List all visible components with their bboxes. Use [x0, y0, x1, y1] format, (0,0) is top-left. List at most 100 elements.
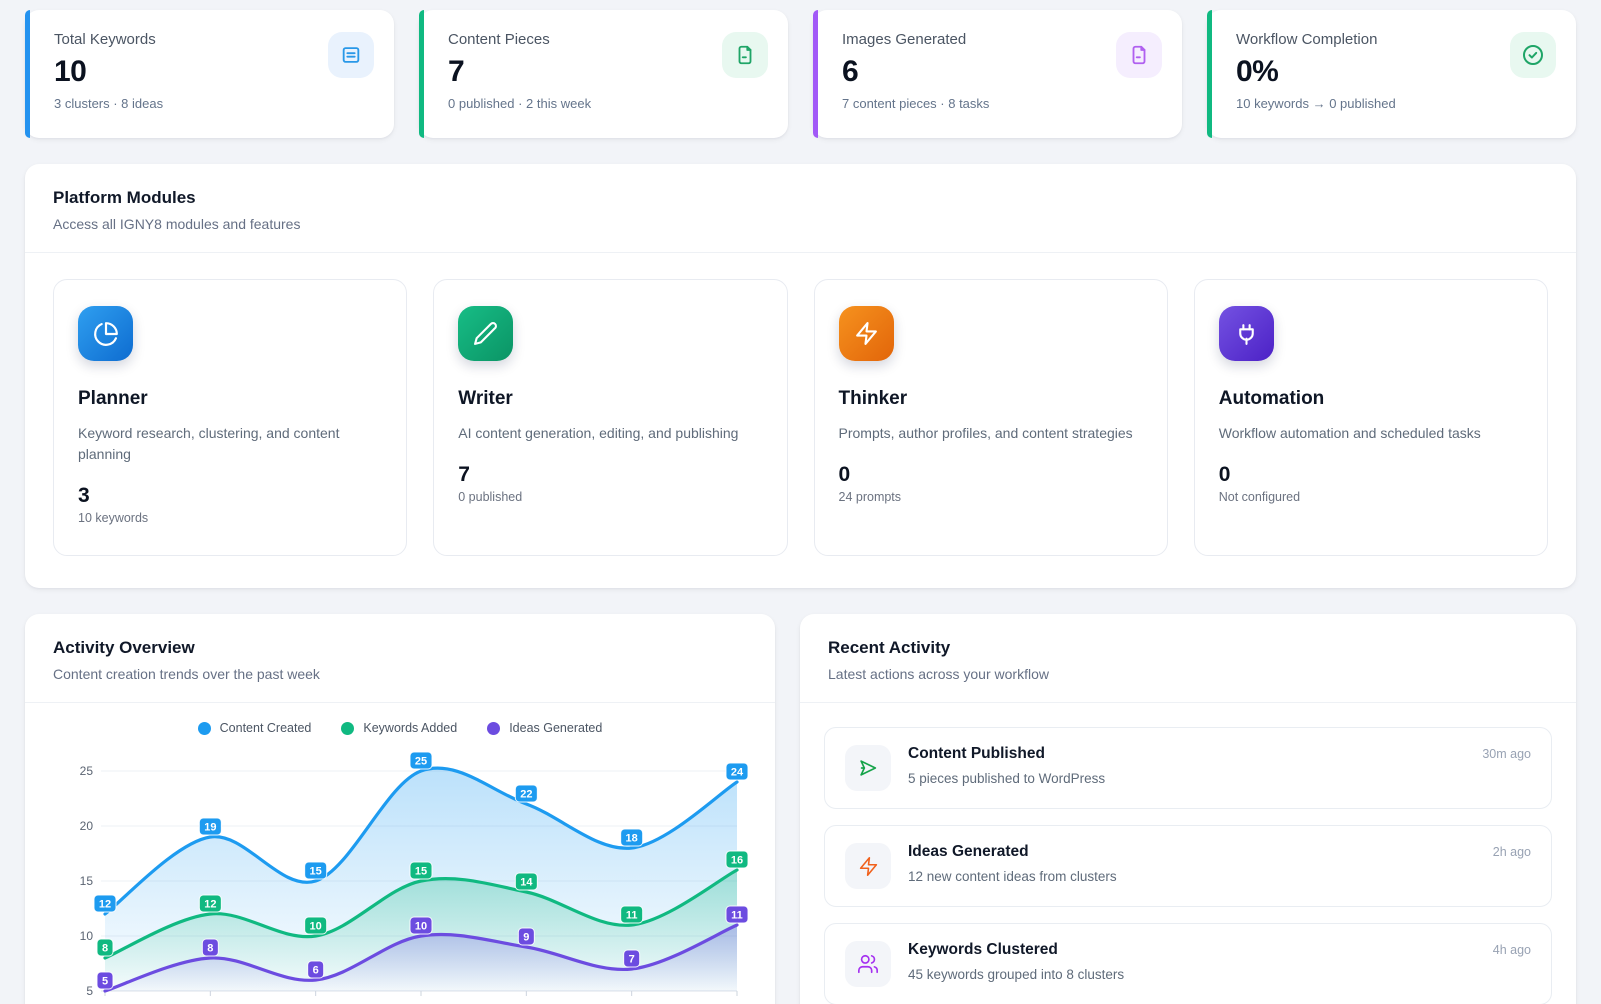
- bottom-row: Activity Overview Content creation trend…: [25, 614, 1576, 1004]
- panel-title: Activity Overview: [53, 638, 747, 658]
- svg-text:18: 18: [626, 833, 638, 845]
- accent-bar: [25, 10, 30, 138]
- module-name: Thinker: [839, 388, 1143, 410]
- module-name: Writer: [458, 388, 762, 410]
- pie-chart-icon: [78, 306, 133, 361]
- legend-dot-icon: [341, 722, 354, 735]
- activity-body: Content Published 30m ago 5 pieces publi…: [908, 745, 1531, 786]
- svg-text:10: 10: [415, 921, 427, 933]
- svg-text:19: 19: [204, 822, 216, 834]
- panel-title: Recent Activity: [828, 638, 1548, 658]
- stat-value: 10: [54, 55, 372, 89]
- activity-description: 12 new content ideas from clusters: [908, 869, 1531, 884]
- panel-title: Platform Modules: [53, 188, 1548, 208]
- svg-text:9: 9: [523, 932, 529, 944]
- module-stat-value: 3: [78, 484, 382, 508]
- zap-icon: [845, 843, 891, 889]
- module-stat-label: 24 prompts: [839, 490, 1143, 504]
- legend-item-content-created[interactable]: Content Created: [198, 721, 312, 735]
- module-description: Workflow automation and scheduled tasks: [1219, 423, 1523, 444]
- module-stat-label: Not configured: [1219, 490, 1523, 504]
- activity-description: 5 pieces published to WordPress: [908, 771, 1531, 786]
- svg-text:6: 6: [313, 965, 319, 977]
- modules-grid: Planner Keyword research, clustering, an…: [25, 253, 1576, 588]
- module-stat-value: 0: [839, 463, 1143, 487]
- module-stat-label: 10 keywords: [78, 511, 382, 525]
- legend-dot-icon: [198, 722, 211, 735]
- module-stat-value: 0: [1219, 463, 1523, 487]
- module-card-thinker[interactable]: Thinker Prompts, author profiles, and co…: [814, 279, 1168, 556]
- activity-body: Ideas Generated 2h ago 12 new content id…: [908, 843, 1531, 884]
- svg-text:8: 8: [207, 943, 213, 955]
- module-name: Planner: [78, 388, 382, 410]
- accent-bar: [813, 10, 818, 138]
- svg-text:15: 15: [310, 866, 322, 878]
- svg-text:5: 5: [86, 984, 93, 998]
- svg-text:22: 22: [520, 789, 532, 801]
- check-circle-icon: [1510, 32, 1556, 78]
- stat-card-content-pieces: Content Pieces 7 0 published · 2 this we…: [419, 10, 788, 138]
- activity-line-chart: 510152025MonTueWedThuFriSatSun1219152522…: [49, 745, 751, 1004]
- module-description: Keyword research, clustering, and conten…: [78, 423, 382, 465]
- module-card-planner[interactable]: Planner Keyword research, clustering, an…: [53, 279, 407, 556]
- activity-overview-panel: Activity Overview Content creation trend…: [25, 614, 775, 1004]
- stat-label: Workflow Completion: [1236, 31, 1554, 48]
- panel-subtitle: Content creation trends over the past we…: [53, 666, 747, 682]
- panel-subtitle: Access all IGNY8 modules and features: [53, 216, 1548, 232]
- activity-title: Keywords Clustered: [908, 941, 1058, 959]
- module-description: Prompts, author profiles, and content st…: [839, 423, 1143, 444]
- svg-text:5: 5: [102, 976, 108, 988]
- panel-subtitle: Latest actions across your workflow: [828, 666, 1548, 682]
- module-card-automation[interactable]: Automation Workflow automation and sched…: [1194, 279, 1548, 556]
- activity-description: 45 keywords grouped into 8 clusters: [908, 967, 1531, 982]
- platform-modules-panel: Platform Modules Access all IGNY8 module…: [25, 164, 1576, 588]
- activity-body: Keywords Clustered 4h ago 45 keywords gr…: [908, 941, 1531, 982]
- recent-activity-panel: Recent Activity Latest actions across yo…: [800, 614, 1576, 1004]
- activity-time: 2h ago: [1493, 845, 1531, 859]
- svg-text:15: 15: [80, 874, 94, 888]
- module-card-writer[interactable]: Writer AI content generation, editing, a…: [433, 279, 787, 556]
- activity-time: 30m ago: [1482, 747, 1531, 761]
- activity-title: Ideas Generated: [908, 843, 1029, 861]
- svg-text:16: 16: [731, 855, 743, 867]
- svg-text:11: 11: [731, 910, 743, 922]
- legend-item-keywords-added[interactable]: Keywords Added: [341, 721, 457, 735]
- stat-sub: 3 clusters · 8 ideas: [54, 96, 372, 111]
- activity-chart-area: Content Created Keywords Added Ideas Gen…: [25, 703, 775, 1004]
- stat-card-workflow-completion: Workflow Completion 0% 10 keywords → 0 p…: [1207, 10, 1576, 138]
- stat-label: Images Generated: [842, 31, 1160, 48]
- stat-sub: 10 keywords → 0 published: [1236, 96, 1554, 111]
- accent-bar: [419, 10, 424, 138]
- stat-card-total-keywords: Total Keywords 10 3 clusters · 8 ideas: [25, 10, 394, 138]
- svg-text:24: 24: [731, 767, 744, 779]
- stat-value: 0%: [1236, 55, 1554, 89]
- users-icon: [845, 941, 891, 987]
- dashboard-page: Total Keywords 10 3 clusters · 8 ideas C…: [0, 0, 1601, 1004]
- svg-text:7: 7: [629, 954, 635, 966]
- file-icon: [722, 32, 768, 78]
- legend-dot-icon: [487, 722, 500, 735]
- svg-text:14: 14: [520, 877, 533, 889]
- svg-text:11: 11: [626, 910, 638, 922]
- activity-title: Content Published: [908, 745, 1045, 763]
- chart-legend: Content Created Keywords Added Ideas Gen…: [49, 721, 751, 735]
- legend-label: Ideas Generated: [509, 721, 602, 735]
- activity-overview-header: Activity Overview Content creation trend…: [25, 614, 775, 703]
- stat-sub: 7 content pieces · 8 tasks: [842, 96, 1160, 111]
- svg-text:20: 20: [80, 819, 94, 833]
- stat-sub: 0 published · 2 this week: [448, 96, 766, 111]
- svg-text:12: 12: [204, 899, 216, 911]
- accent-bar: [1207, 10, 1212, 138]
- svg-text:12: 12: [99, 899, 111, 911]
- send-icon: [845, 745, 891, 791]
- module-stat-label: 0 published: [458, 490, 762, 504]
- stats-row: Total Keywords 10 3 clusters · 8 ideas C…: [25, 10, 1576, 138]
- svg-text:15: 15: [415, 866, 427, 878]
- stat-card-images-generated: Images Generated 6 7 content pieces · 8 …: [813, 10, 1182, 138]
- legend-item-ideas-generated[interactable]: Ideas Generated: [487, 721, 602, 735]
- svg-text:8: 8: [102, 943, 108, 955]
- file-icon: [1116, 32, 1162, 78]
- stat-value: 6: [842, 55, 1160, 89]
- activity-item-keywords-clustered: Keywords Clustered 4h ago 45 keywords gr…: [824, 923, 1552, 1004]
- zap-icon: [839, 306, 894, 361]
